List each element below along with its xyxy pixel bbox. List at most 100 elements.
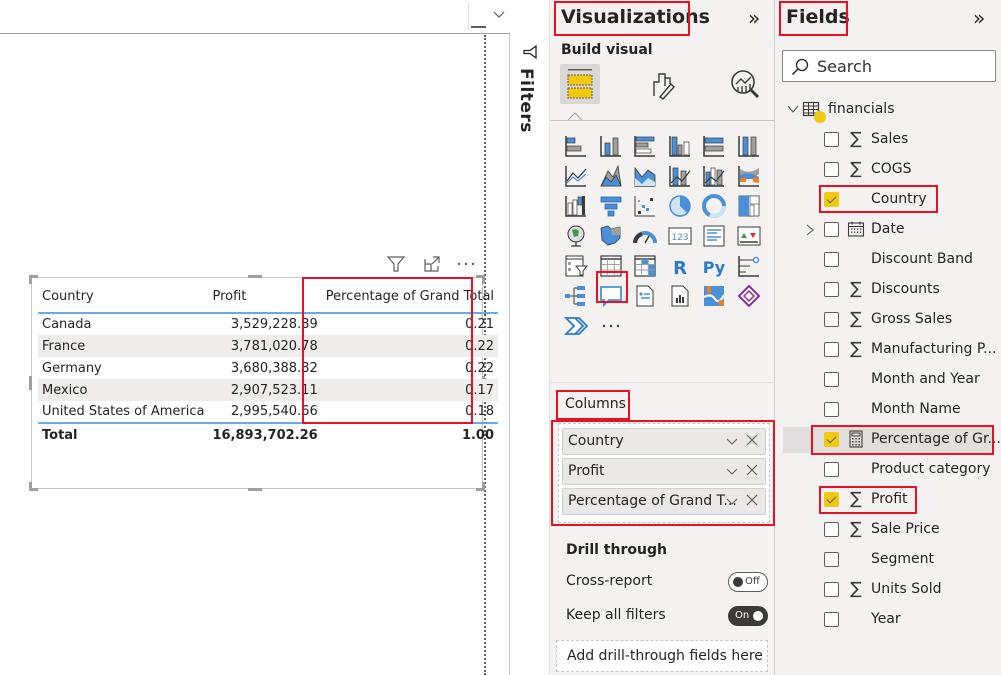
table-icon[interactable]	[598, 253, 624, 279]
q-and-a-icon[interactable]	[598, 283, 624, 309]
slicer-icon[interactable]	[563, 253, 589, 279]
card-icon[interactable]: 123	[667, 223, 693, 249]
field-checkbox[interactable]	[824, 492, 839, 507]
field-checkbox[interactable]	[824, 612, 839, 627]
column-header-country[interactable]: Country	[38, 281, 209, 314]
map-icon[interactable]	[563, 223, 589, 249]
matrix-icon[interactable]	[632, 253, 658, 279]
format-visual-tab[interactable]	[644, 64, 684, 104]
100-stacked-bar-chart-icon[interactable]	[701, 133, 727, 159]
table-visual[interactable]: Country Profit Percentage of Grand Total…	[29, 275, 499, 491]
fields-search-box[interactable]	[782, 50, 996, 82]
line-and-stacked-column-chart-icon[interactable]	[667, 163, 693, 189]
smart-narrative-icon[interactable]	[632, 283, 658, 309]
remove-icon[interactable]	[746, 494, 758, 506]
key-influencers-icon[interactable]	[736, 253, 762, 279]
chevron-right-icon[interactable]	[805, 224, 815, 236]
stacked-column-chart-icon[interactable]	[598, 133, 624, 159]
remove-icon[interactable]	[746, 434, 758, 446]
resize-handle[interactable]	[248, 488, 262, 491]
r-script-visual-icon[interactable]: R	[667, 253, 693, 279]
100-stacked-column-chart-icon[interactable]	[736, 133, 762, 159]
field-checkbox[interactable]	[824, 222, 839, 237]
field-checkbox[interactable]	[824, 582, 839, 597]
remove-icon[interactable]	[746, 464, 758, 476]
column-header-percentage[interactable]: Percentage of Grand Total	[321, 281, 499, 314]
power-apps-icon[interactable]	[736, 283, 762, 309]
field-item[interactable]: ∑ Discounts	[775, 277, 1001, 303]
gauge-icon[interactable]	[632, 223, 658, 249]
multi-row-card-icon[interactable]	[701, 223, 727, 249]
field-item[interactable]: Month Name	[775, 397, 1001, 423]
line-and-clustered-column-chart-icon[interactable]	[701, 163, 727, 189]
ribbon-chart-icon[interactable]	[736, 163, 762, 189]
field-checkbox[interactable]	[824, 462, 839, 477]
keep-all-filters-toggle[interactable]: On	[728, 606, 768, 626]
column-field-pill[interactable]: Profit	[562, 458, 766, 485]
line-chart-icon[interactable]	[563, 163, 589, 189]
donut-chart-icon[interactable]	[701, 193, 727, 219]
field-checkbox[interactable]	[824, 162, 839, 177]
azure-map-icon[interactable]	[701, 283, 727, 309]
field-item[interactable]: Month and Year	[775, 367, 1001, 393]
filter-icon[interactable]	[385, 254, 407, 274]
field-checkbox[interactable]	[824, 432, 839, 447]
field-checkbox[interactable]	[824, 282, 839, 297]
chevron-down-icon[interactable]	[726, 495, 738, 507]
pie-chart-icon[interactable]	[667, 193, 693, 219]
resize-handle[interactable]	[29, 376, 32, 390]
field-checkbox[interactable]	[824, 402, 839, 417]
columns-well[interactable]: Country Profit Percentage of Grand T...	[558, 423, 770, 523]
field-item[interactable]: ∑ Profit	[775, 487, 1001, 513]
field-checkbox[interactable]	[824, 342, 839, 357]
filters-pane-collapsed[interactable]: Filters	[509, 34, 549, 675]
chevron-down-icon[interactable]	[726, 465, 738, 477]
more-visuals-icon[interactable]	[598, 313, 624, 339]
chevron-down-icon[interactable]	[726, 435, 738, 447]
kpi-icon[interactable]	[736, 223, 762, 249]
stacked-area-chart-icon[interactable]	[632, 163, 658, 189]
python-visual-icon[interactable]: Py	[701, 253, 727, 279]
resize-handle[interactable]	[29, 482, 38, 491]
build-visual-tab[interactable]	[560, 64, 600, 104]
field-item[interactable]: Year	[775, 607, 1001, 633]
area-chart-icon[interactable]	[598, 163, 624, 189]
field-item[interactable]: ∑ COGS	[775, 157, 1001, 183]
field-item[interactable]: ∑ Units Sold	[775, 577, 1001, 603]
analytics-tab[interactable]	[725, 64, 765, 104]
field-checkbox[interactable]	[824, 252, 839, 267]
clustered-column-chart-icon[interactable]	[667, 133, 693, 159]
drill-through-drop-zone[interactable]: Add drill-through fields here	[556, 640, 768, 672]
filled-map-icon[interactable]	[598, 223, 624, 249]
field-checkbox[interactable]	[824, 372, 839, 387]
field-item[interactable]: ∑ Sale Price	[775, 517, 1001, 543]
fields-search-input[interactable]	[817, 56, 987, 76]
cross-report-toggle[interactable]: Off	[728, 572, 768, 592]
filters-label[interactable]: Filters	[516, 68, 536, 133]
field-checkbox[interactable]	[824, 132, 839, 147]
waterfall-chart-icon[interactable]	[563, 193, 589, 219]
more-options-icon[interactable]	[455, 254, 477, 274]
field-item[interactable]: Country	[775, 187, 1001, 213]
column-header-profit[interactable]: Profit	[208, 281, 322, 314]
focus-mode-icon[interactable]	[421, 254, 443, 274]
page-dropdown[interactable]	[468, 2, 510, 30]
field-item[interactable]: Segment	[775, 547, 1001, 573]
field-item[interactable]: Discount Band	[775, 247, 1001, 273]
resize-handle[interactable]	[476, 482, 485, 491]
field-item[interactable]: Product category	[775, 457, 1001, 483]
collapse-visualizations-button[interactable]: »	[748, 8, 760, 28]
resize-handle[interactable]	[29, 275, 38, 284]
field-checkbox[interactable]	[824, 312, 839, 327]
treemap-icon[interactable]	[736, 193, 762, 219]
field-item[interactable]: ∑ Gross Sales	[775, 307, 1001, 333]
decomposition-tree-icon[interactable]	[563, 283, 589, 309]
field-checkbox[interactable]	[824, 552, 839, 567]
field-item[interactable]: Date	[775, 217, 1001, 243]
column-field-pill[interactable]: Country	[562, 428, 766, 455]
field-checkbox[interactable]	[824, 192, 839, 207]
field-item[interactable]: Percentage of Gr...	[783, 427, 1001, 453]
field-item[interactable]: ∑ Sales	[775, 127, 1001, 153]
clustered-bar-chart-icon[interactable]	[632, 133, 658, 159]
funnel-chart-icon[interactable]	[598, 193, 624, 219]
